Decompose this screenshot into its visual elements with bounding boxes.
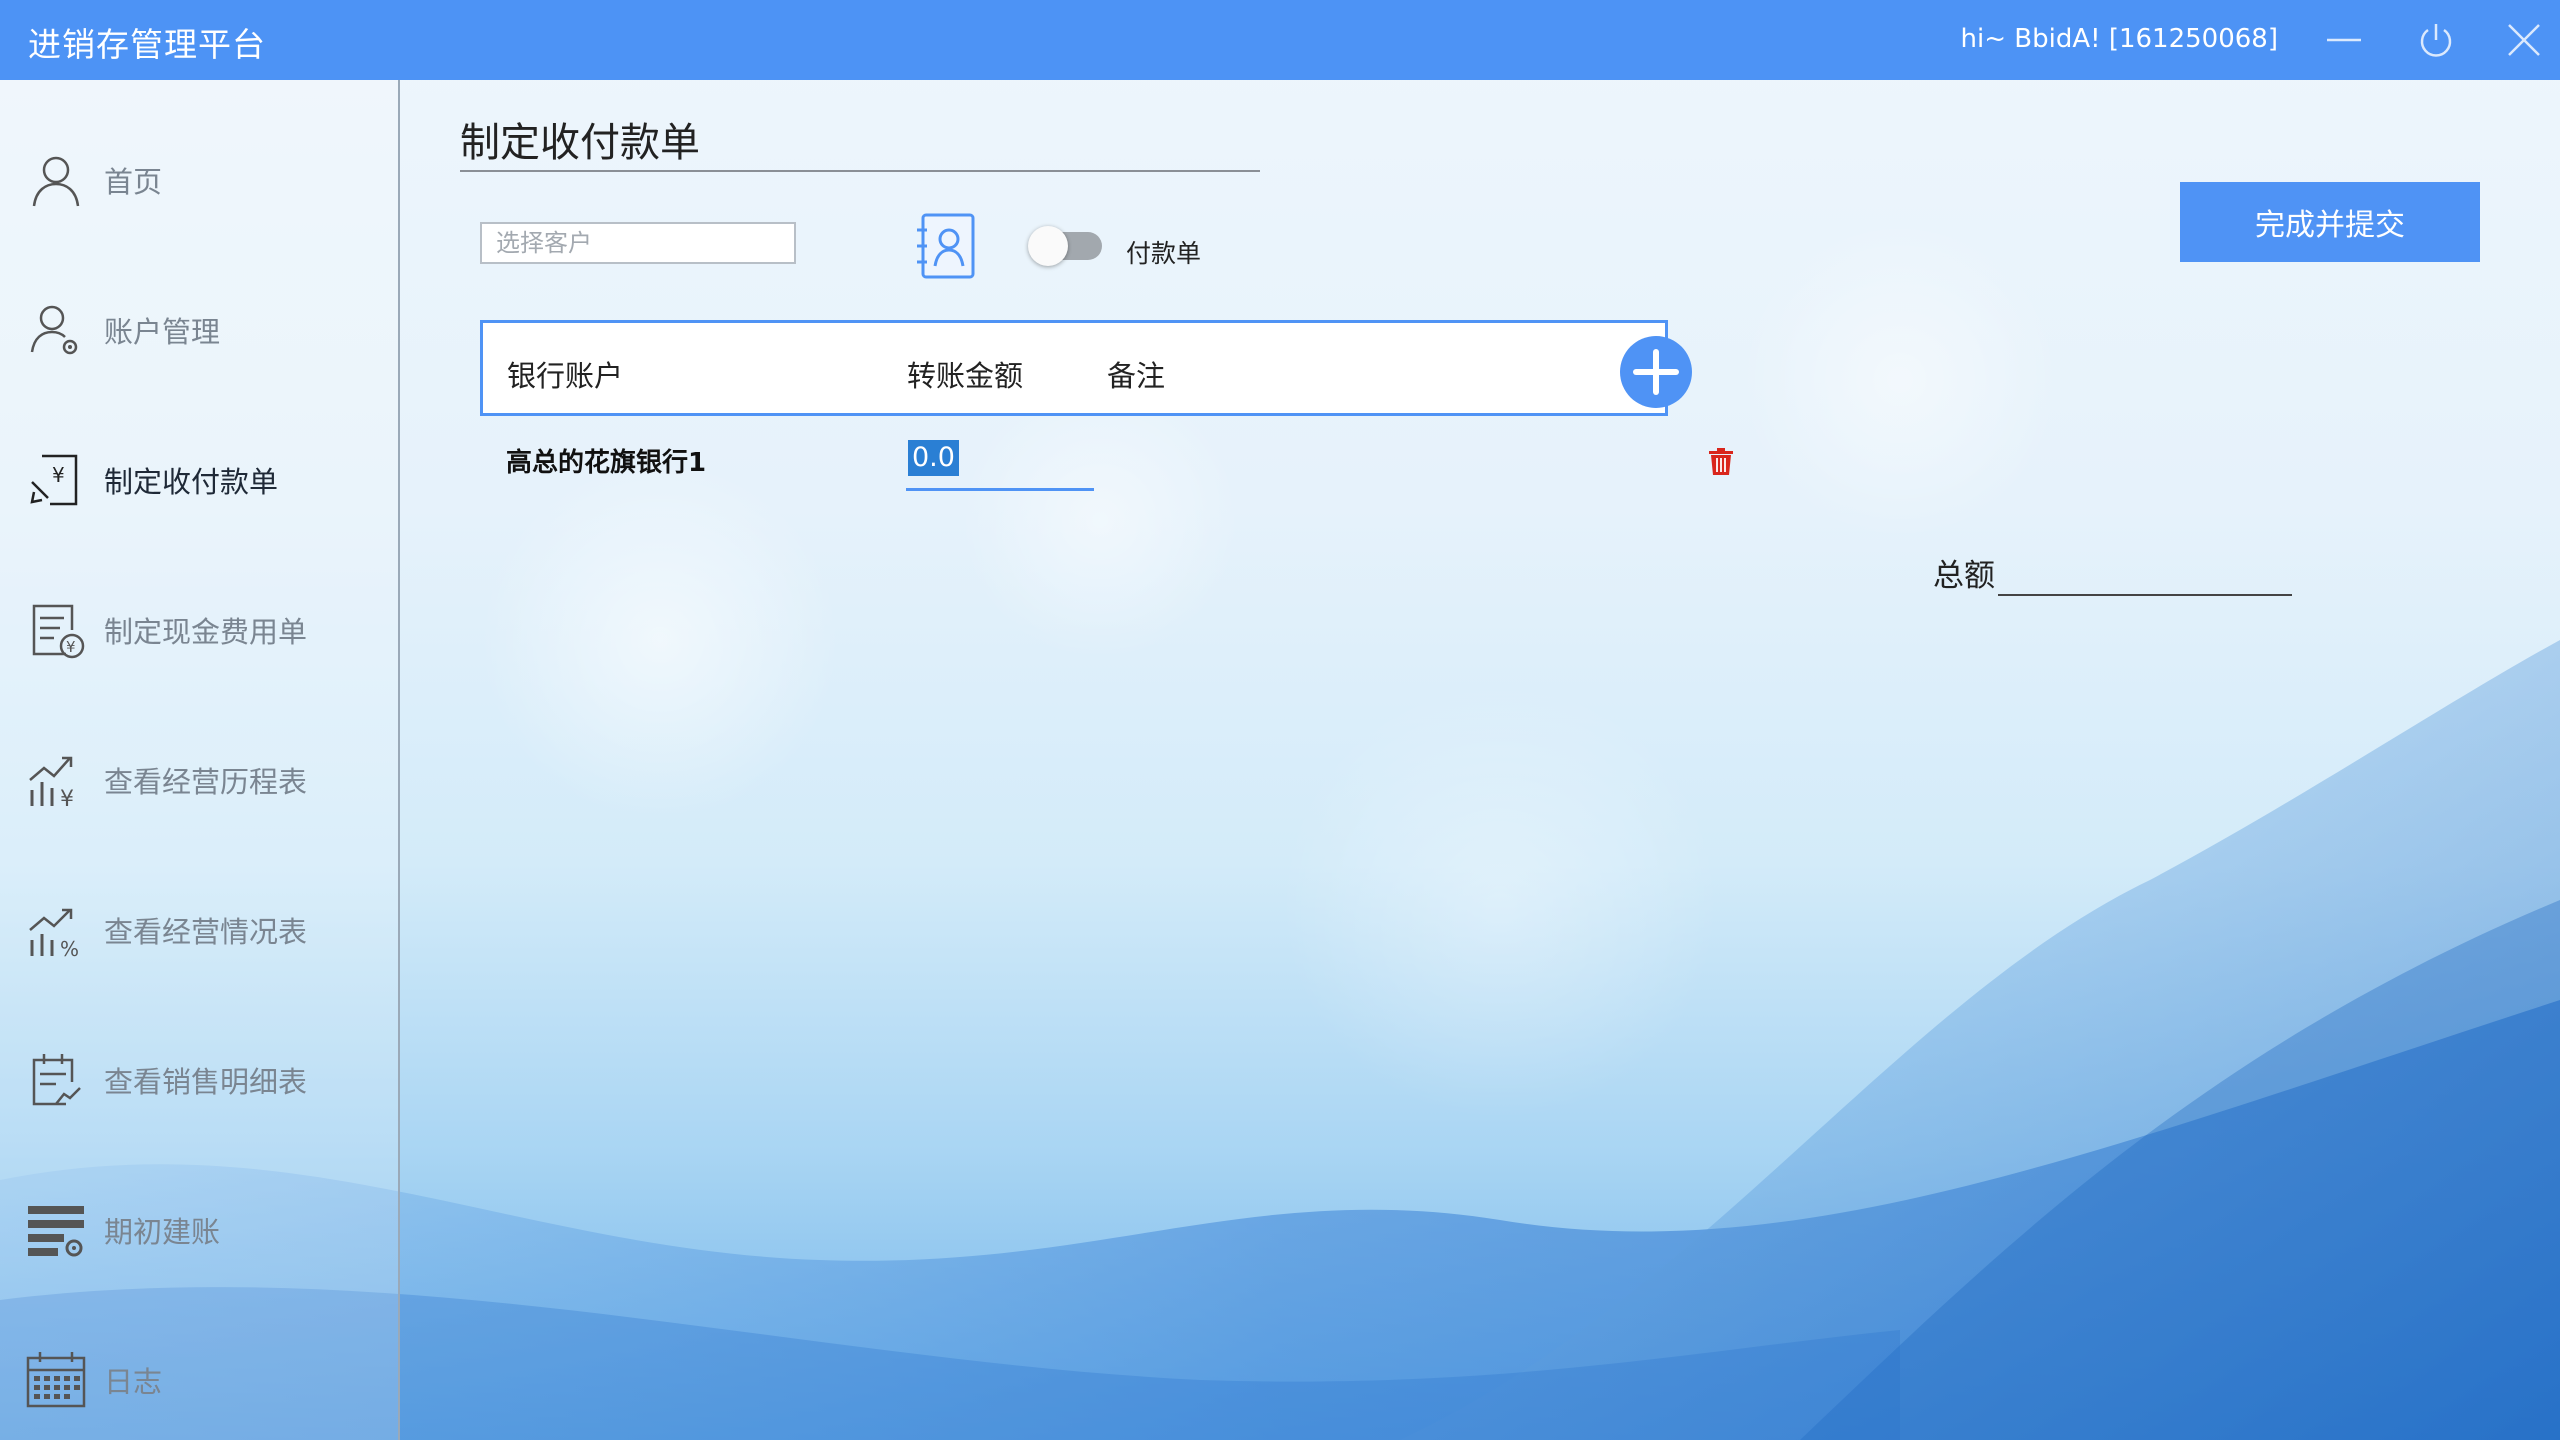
receipt-yuan-icon: ¥ (32, 604, 85, 659)
svg-text:%: % (60, 937, 79, 960)
sidebar-item-initial-setup[interactable]: 期初建账 (0, 1175, 398, 1285)
svg-text:¥: ¥ (60, 787, 74, 810)
clipboard-chart-icon (32, 1054, 81, 1106)
amount-input[interactable]: 0.0 (906, 430, 1094, 491)
total-value-field (1998, 594, 2292, 596)
sidebar-item-business-history[interactable]: ¥ 查看经营历程表 (0, 725, 398, 835)
sidebar-item-log[interactable]: 日志 (0, 1325, 398, 1435)
submit-button[interactable]: 完成并提交 (2180, 182, 2480, 262)
add-row-button[interactable] (1618, 334, 1694, 410)
user-icon (32, 156, 80, 207)
bank-account-cell[interactable]: 高总的花旗银行1 (506, 442, 706, 479)
close-button[interactable] (2494, 14, 2554, 66)
minimize-button[interactable] (2314, 14, 2374, 66)
user-info: hi~ BbidA! [161250068] (1960, 24, 2278, 54)
sidebar-item-label: 查看经营情况表 (104, 915, 308, 949)
main-content: 制定收付款单 付款单 完成并提交 银行账户 转账金额 备注 高总的花旗银行1 0… (400, 80, 2560, 1440)
sidebar-item-label: 日志 (104, 1365, 163, 1399)
calendar-icon (26, 1352, 86, 1408)
app-title: 进销存管理平台 (28, 25, 266, 64)
chart-growth-icon: % (29, 908, 79, 960)
sidebar-item-cash-expense[interactable]: ¥ 制定现金费用单 (0, 575, 398, 685)
sidebar-item-label: 期初建账 (104, 1215, 221, 1249)
sidebar-item-label: 首页 (104, 165, 163, 199)
title-bar: 进销存管理平台 hi~ BbidA! [161250068] (0, 0, 2560, 80)
column-header-amount: 转账金额 (907, 359, 1024, 393)
toggle-label: 付款单 (1126, 239, 1202, 268)
chart-yuan-icon: ¥ (29, 756, 74, 810)
delete-icon[interactable] (1708, 448, 1734, 476)
power-icon (2420, 24, 2452, 57)
title-divider (460, 170, 1260, 172)
contact-picker-icon[interactable] (915, 212, 977, 282)
customer-select-input[interactable] (480, 222, 796, 264)
sidebar-item-receipt-payment[interactable]: ¥ 制定收付款单 (0, 425, 398, 535)
sidebar-item-label: 查看销售明细表 (104, 1065, 308, 1099)
svg-text:¥: ¥ (52, 463, 65, 487)
user-settings-icon (30, 305, 78, 355)
sidebar-item-home[interactable]: 首页 (0, 125, 398, 235)
sidebar: 首页 账户管理 ¥ 制定收付款单 ¥ 制定现金费用单 ¥ 查看经营历程表 % 查… (0, 80, 400, 1440)
column-header-note: 备注 (1107, 359, 1166, 393)
sidebar-item-business-status[interactable]: % 查看经营情况表 (0, 875, 398, 985)
column-header-bank-account: 银行账户 (507, 359, 624, 393)
total-label: 总额 (1933, 558, 1995, 594)
yuan-exchange-icon: ¥ (30, 454, 78, 506)
sidebar-item-sales-detail[interactable]: 查看销售明细表 (0, 1025, 398, 1135)
table-header: 银行账户 转账金额 备注 (480, 320, 1668, 416)
table-row: 高总的花旗银行1 0.0 (480, 430, 1780, 510)
svg-text:¥: ¥ (66, 638, 76, 656)
toggle-knob (1028, 226, 1068, 266)
page-title: 制定收付款单 (460, 120, 700, 166)
list-settings-icon (28, 1206, 84, 1257)
amount-value: 0.0 (908, 440, 959, 476)
sidebar-item-label: 查看经营历程表 (104, 765, 308, 799)
payment-type-toggle[interactable] (1028, 226, 1104, 266)
sidebar-item-label: 制定收付款单 (104, 465, 279, 499)
sidebar-item-label: 制定现金费用单 (104, 615, 308, 649)
close-icon (2508, 24, 2540, 56)
power-button[interactable] (2406, 14, 2466, 66)
minimize-icon (2327, 38, 2361, 42)
sidebar-item-label: 账户管理 (104, 315, 221, 349)
sidebar-item-account[interactable]: 账户管理 (0, 275, 398, 385)
